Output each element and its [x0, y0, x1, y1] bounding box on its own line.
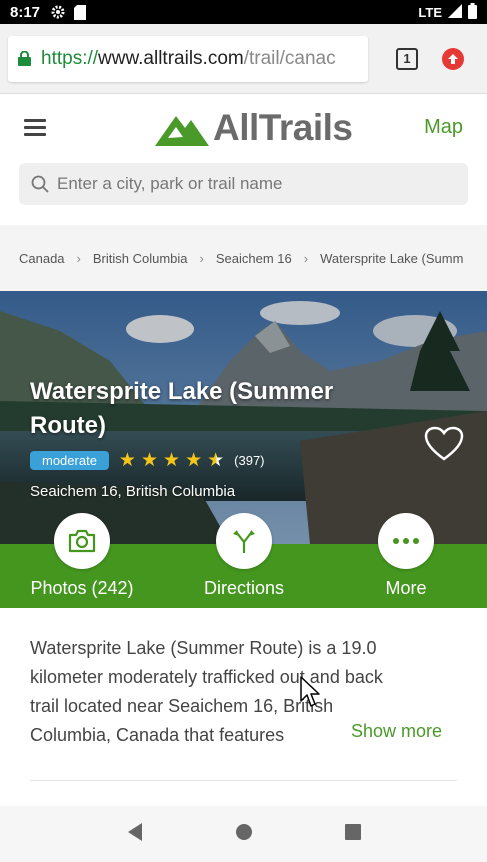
breadcrumb-canada[interactable]: Canada [19, 251, 65, 266]
recents-icon[interactable] [345, 823, 362, 845]
settings-gear-icon [50, 4, 66, 20]
description-line: Watersprite Lake (Summer Route) is a 19.… [30, 638, 377, 658]
breadcrumb-separator: › [76, 250, 81, 266]
directions-label: Directions [203, 578, 285, 598]
star-icon: ★ [185, 450, 203, 471]
half-star-icon: ★ [207, 450, 225, 471]
logo-text: AllTrails [213, 107, 353, 148]
url-text: https://www.alltrails.com/trail/canac [41, 48, 336, 70]
browser-toolbar: https://www.alltrails.com/trail/canac 1 [0, 24, 487, 94]
status-right: LTE [418, 2, 477, 22]
description-line: kilometer moderately trafficked out and … [30, 667, 383, 687]
system-nav-bar [0, 806, 487, 862]
more-icon [378, 513, 434, 569]
status-time: 8:17 [10, 3, 41, 21]
trail-location: Seaichem 16, British Columbia [30, 483, 236, 500]
url-protocol: https:// [41, 47, 99, 69]
network-type: LTE [418, 4, 442, 20]
search-icon [31, 175, 49, 193]
tab-switcher-button[interactable]: 1 [396, 47, 418, 70]
url-host: www.alltrails.com [98, 47, 244, 69]
trail-hero: Watersprite Lake (Summer Route) moderate… [0, 291, 487, 544]
search-placeholder: Enter a city, park or trail name [57, 174, 283, 193]
site-header: AllTrails Map [0, 95, 487, 159]
mouse-cursor-icon [300, 676, 320, 713]
breadcrumb-separator: › [303, 250, 309, 266]
star-icon: ★ [118, 450, 136, 471]
review-count[interactable]: (397) [234, 453, 264, 468]
mountain-logo-icon [155, 116, 209, 146]
camera-icon [54, 513, 110, 569]
star-icon: ★ [140, 450, 159, 471]
update-arrow-icon[interactable] [442, 47, 464, 70]
section-divider [30, 780, 457, 781]
search-input[interactable]: Enter a city, park or trail name [19, 163, 468, 205]
breadcrumb: Canada › British Columbia › Seaichem 16 … [0, 225, 487, 291]
breadcrumb-british-columbia[interactable]: British Columbia [93, 251, 188, 266]
show-more-link[interactable]: Show more [345, 721, 443, 742]
trail-meta: moderate ★ ★ ★ ★ ★ (397) [30, 451, 265, 470]
breadcrumb-separator: › [199, 250, 204, 266]
lock-icon [18, 51, 31, 66]
description-line: trail located near Seaichem 16, British [30, 696, 334, 716]
difficulty-badge: moderate [30, 451, 109, 470]
status-bar: 8:17 LTE [0, 0, 487, 24]
directions-icon [216, 513, 272, 569]
menu-icon[interactable] [24, 118, 46, 136]
url-bar[interactable]: https://www.alltrails.com/trail/canac [8, 35, 368, 82]
battery-icon [468, 2, 477, 22]
map-link[interactable]: Map [424, 116, 463, 139]
favorite-heart-icon[interactable] [424, 426, 464, 467]
photos-label: Photos (242) [30, 578, 134, 598]
home-icon[interactable] [235, 823, 253, 846]
more-label: More [385, 578, 427, 598]
alltrails-logo[interactable]: AllTrails [155, 107, 353, 149]
trail-title: Watersprite Lake (Summer Route) [30, 378, 334, 440]
breadcrumb-seaichem[interactable]: Seaichem 16 [216, 251, 292, 266]
url-path: /trail/canac [243, 47, 336, 69]
star-icon: ★ [163, 450, 181, 471]
star-rating: ★ ★ ★ ★ ★ [119, 451, 224, 470]
back-icon[interactable] [126, 822, 144, 847]
action-bar: Photos (242) Directions More [0, 513, 487, 608]
signal-icon [448, 3, 462, 21]
breadcrumb-current: Watersprite Lake (Summ [320, 250, 464, 266]
sd-card-icon [74, 4, 87, 20]
